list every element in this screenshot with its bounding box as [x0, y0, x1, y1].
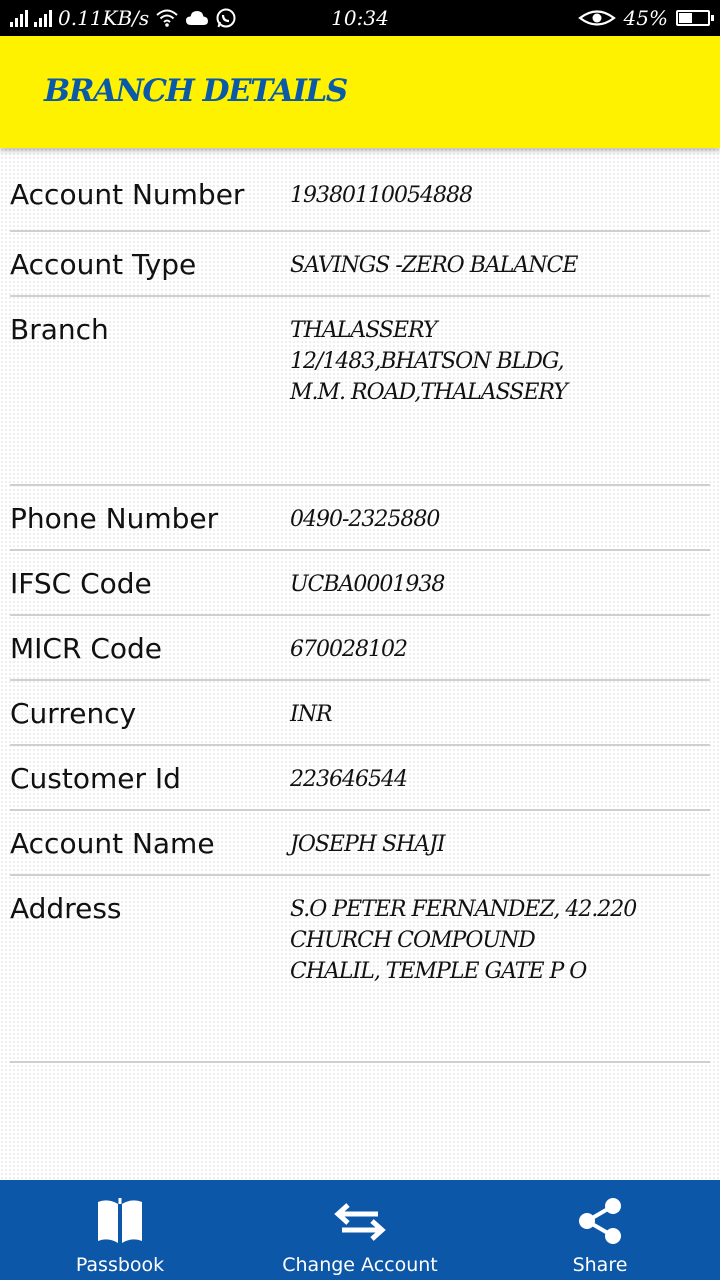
detail-label: MICR Code: [10, 632, 163, 665]
battery-percent: 45%: [623, 6, 668, 30]
detail-row-currency: Currency INR: [10, 681, 710, 746]
share-icon: [579, 1198, 621, 1244]
detail-value: JOSEPH SHAJI: [290, 832, 446, 857]
page-title: BRANCH DETAILS: [44, 73, 348, 109]
detail-value: 0490-2325880: [290, 507, 440, 532]
nav-label: Share: [572, 1254, 628, 1276]
status-bar: 0.11KB/s 10:34 45%: [0, 0, 720, 36]
bottom-navigation: Passbook Change Account Share: [0, 1180, 720, 1280]
nav-change-account-button[interactable]: Change Account: [240, 1180, 480, 1280]
detail-label: Phone Number: [10, 502, 219, 535]
clock: 10:34: [331, 6, 389, 30]
detail-value: S.O PETER FERNANDEZ, 42.220 CHURCH COMPO…: [290, 897, 637, 984]
detail-label: Branch: [10, 313, 109, 346]
detail-row-account-number: Account Number 19380110054888: [10, 162, 710, 232]
nav-label: Passbook: [75, 1254, 165, 1276]
detail-value: INR: [290, 702, 333, 727]
nav-label: Change Account: [282, 1254, 438, 1276]
app-bar: BRANCH DETAILS: [0, 36, 720, 148]
detail-value: UCBA0001938: [290, 572, 445, 597]
detail-label: Account Name: [10, 827, 215, 860]
detail-label: Account Type: [10, 248, 197, 281]
detail-label: IFSC Code: [10, 567, 152, 600]
detail-value: 19380110054888: [290, 183, 473, 208]
detail-row-account-type: Account Type SAVINGS -ZERO BALANCE: [10, 232, 710, 297]
detail-row-account-name: Account Name JOSEPH SHAJI: [10, 811, 710, 876]
detail-label: Currency: [10, 697, 137, 730]
detail-row-phone-number: Phone Number 0490-2325880: [10, 486, 710, 551]
eye-icon: [577, 10, 616, 26]
detail-label: Customer Id: [10, 762, 181, 795]
detail-value: 670028102: [290, 637, 408, 662]
detail-label: Address: [10, 892, 122, 925]
detail-value: 223646544: [290, 767, 408, 792]
detail-row-customer-id: Customer Id 223646544: [10, 746, 710, 811]
nav-passbook-button[interactable]: Passbook: [0, 1180, 240, 1280]
book-icon: [98, 1198, 142, 1243]
detail-value: SAVINGS -ZERO BALANCE: [290, 253, 578, 278]
detail-value: THALASSERY 12/1483,BHATSON BLDG, M.M. RO…: [290, 318, 568, 405]
detail-row-ifsc-code: IFSC Code UCBA0001938: [10, 551, 710, 616]
detail-row-branch: Branch THALASSERY 12/1483,BHATSON BLDG, …: [10, 297, 710, 486]
swap-arrows-icon: [334, 1203, 386, 1241]
nav-share-button[interactable]: Share: [480, 1180, 720, 1280]
branch-details-table: Account Number 19380110054888 Account Ty…: [10, 162, 710, 1063]
detail-label: Account Number: [10, 178, 245, 211]
detail-row-address: Address S.O PETER FERNANDEZ, 42.220 CHUR…: [10, 876, 710, 1063]
detail-row-micr-code: MICR Code 670028102: [10, 616, 710, 681]
battery-icon: [676, 10, 714, 26]
